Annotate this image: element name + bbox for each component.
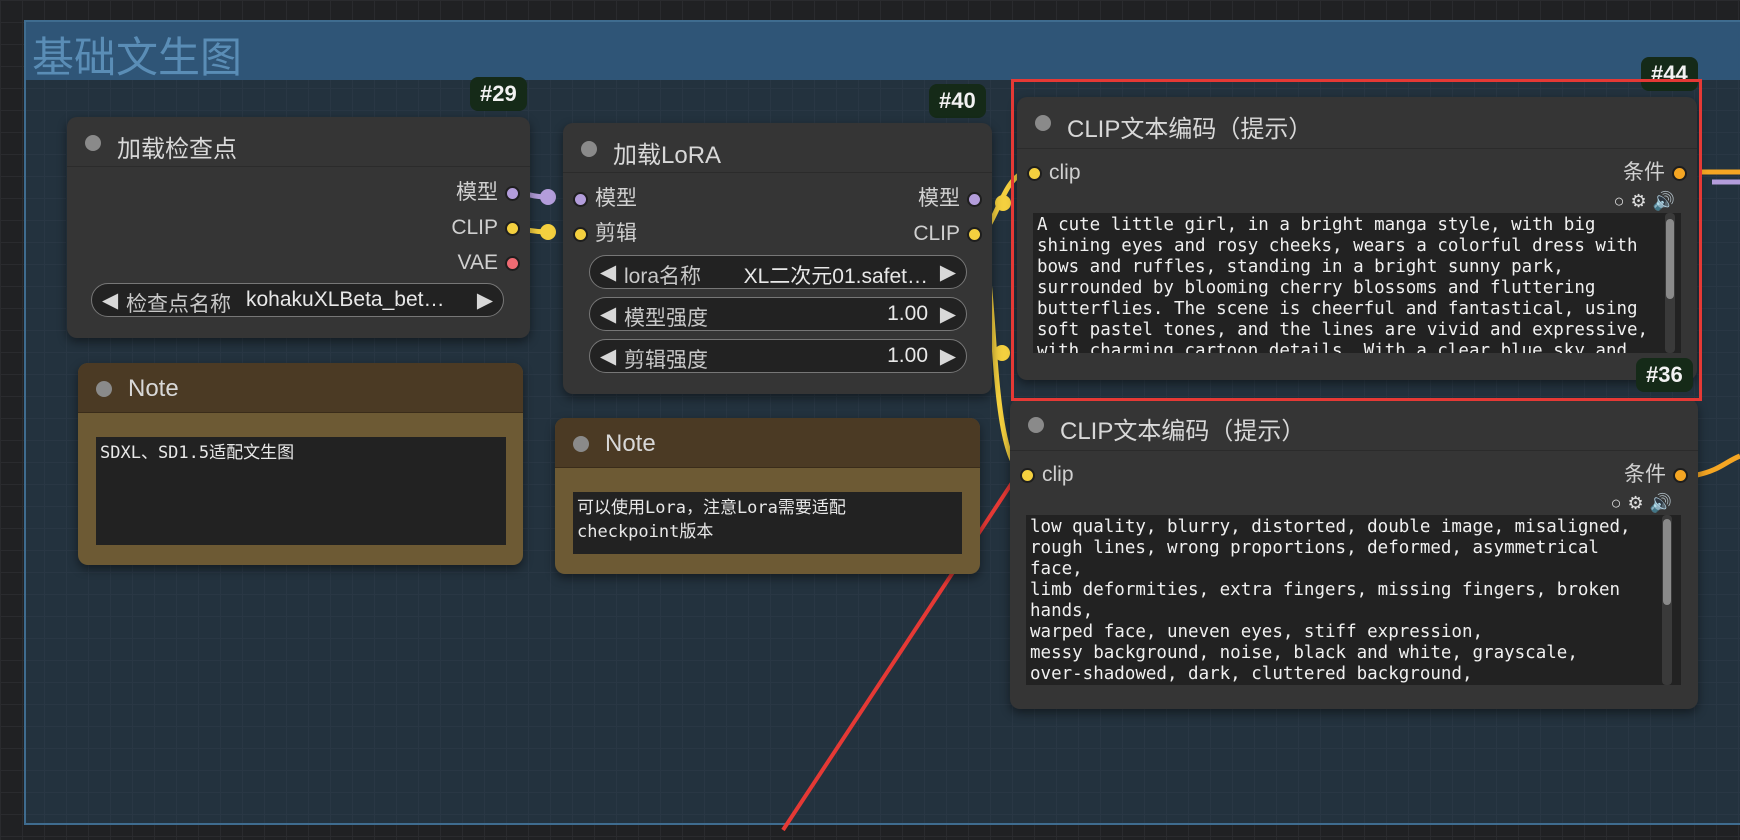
slot-label: 剪辑 <box>595 222 637 245</box>
load-lora-node[interactable]: 加载LoRA 模型 剪辑 模型 CLIP ◀ lora名称 XL二次元01.sa… <box>563 123 992 394</box>
note-textarea[interactable]: 可以使用Lora，注意Lora需要适配 checkpoint版本 <box>573 492 962 554</box>
input-clip[interactable]: 剪辑 <box>563 220 763 248</box>
slot-dot[interactable] <box>1673 468 1688 483</box>
gear-icon[interactable]: ⚙ <box>1627 493 1643 513</box>
increment-arrow-icon[interactable]: ▶ <box>940 260 956 285</box>
increment-arrow-icon[interactable]: ▶ <box>940 344 956 369</box>
increment-arrow-icon[interactable]: ▶ <box>477 288 493 313</box>
node-id-badge: #40 <box>929 84 986 118</box>
slot-dot[interactable] <box>573 227 588 242</box>
widget-name: 模型强度 <box>624 307 708 330</box>
slot-label: VAE <box>457 251 498 274</box>
clip-text-encode-negative-node[interactable]: CLIP文本编码（提示） clip 条件 ○ ⚙ 🔊 low quality, bl… <box>1010 399 1698 709</box>
widget-name: lora名称 <box>624 265 702 288</box>
slot-label: CLIP <box>913 222 960 245</box>
increment-arrow-icon[interactable]: ▶ <box>940 302 956 327</box>
node-header[interactable]: 加载检查点 <box>67 117 530 167</box>
circle-icon[interactable]: ○ <box>1611 493 1622 513</box>
collapse-dot[interactable] <box>581 141 597 157</box>
slot-label: clip <box>1042 463 1074 486</box>
group-title: 基础文生图 <box>32 34 243 81</box>
output-clip[interactable]: CLIP <box>330 214 530 242</box>
slot-label: 条件 <box>1624 463 1666 486</box>
textarea-scrollbar[interactable] <box>1662 515 1672 685</box>
collapse-dot[interactable] <box>85 135 101 151</box>
decrement-arrow-icon[interactable]: ◀ <box>102 288 118 313</box>
prompt-textarea[interactable]: low quality, blurry, distorted, double i… <box>1026 515 1681 685</box>
slot-dot[interactable] <box>505 256 520 271</box>
node-title: Note <box>128 375 179 402</box>
slot-dot[interactable] <box>505 186 520 201</box>
widget-name: 检查点名称 <box>126 293 231 316</box>
node-title: Note <box>605 430 656 457</box>
checkpoint-name-combo[interactable]: ◀ 检查点名称 kohakuXLBeta_bet… ▶ <box>91 283 504 317</box>
note-node[interactable]: Note 可以使用Lora，注意Lora需要适配 checkpoint版本 <box>555 418 980 574</box>
clip-strength-number[interactable]: ◀ 剪辑强度 1.00 ▶ <box>589 339 967 373</box>
node-header[interactable]: Note <box>78 363 523 413</box>
textarea-toolbar: ○ ⚙ 🔊 <box>1605 493 1672 514</box>
slot-dot[interactable] <box>967 192 982 207</box>
collapse-dot[interactable] <box>1028 417 1044 433</box>
slot-dot[interactable] <box>573 192 588 207</box>
slot-dot[interactable] <box>505 221 520 236</box>
node-title: 加载LoRA <box>613 142 722 169</box>
widget-name: 剪辑强度 <box>624 349 708 372</box>
node-header[interactable]: 加载LoRA <box>563 123 992 173</box>
annotation-highlight-box <box>1011 79 1702 401</box>
input-clip[interactable]: clip <box>1010 461 1130 489</box>
slot-label: 模型 <box>918 187 960 210</box>
note-node[interactable]: Note SDXL、SD1.5适配文生图 <box>78 363 523 565</box>
group-header[interactable]: 基础文生图 <box>26 22 1740 81</box>
output-conditioning[interactable]: 条件 <box>1578 461 1698 489</box>
node-header[interactable]: Note <box>555 418 980 468</box>
lora-name-combo[interactable]: ◀ lora名称 XL二次元01.safet… ▶ <box>589 255 967 289</box>
decrement-arrow-icon[interactable]: ◀ <box>600 302 616 327</box>
decrement-arrow-icon[interactable]: ◀ <box>600 344 616 369</box>
slot-dot[interactable] <box>967 227 982 242</box>
widget-value: 1.00 <box>887 302 928 325</box>
decrement-arrow-icon[interactable]: ◀ <box>600 260 616 285</box>
input-model[interactable]: 模型 <box>563 185 763 213</box>
collapse-dot[interactable] <box>96 381 112 397</box>
slot-label: CLIP <box>451 216 498 239</box>
note-textarea[interactable]: SDXL、SD1.5适配文生图 <box>96 437 506 545</box>
output-clip[interactable]: CLIP <box>792 220 992 248</box>
slot-dot[interactable] <box>1020 468 1035 483</box>
node-header[interactable]: CLIP文本编码（提示） <box>1010 399 1698 451</box>
node-title: CLIP文本编码（提示） <box>1060 418 1306 445</box>
speaker-icon[interactable]: 🔊 <box>1650 493 1672 513</box>
output-model[interactable]: 模型 <box>330 179 530 207</box>
output-vae[interactable]: VAE <box>330 249 530 277</box>
widget-value: XL二次元01.safet… <box>743 265 928 288</box>
node-id-badge: #29 <box>470 77 527 111</box>
slot-label: 模型 <box>595 187 637 210</box>
widget-value: kohakuXLBeta_bet… <box>246 288 445 311</box>
scrollbar-thumb[interactable] <box>1663 519 1671 605</box>
node-title: 加载检查点 <box>117 136 237 163</box>
output-model[interactable]: 模型 <box>792 185 992 213</box>
model-strength-number[interactable]: ◀ 模型强度 1.00 ▶ <box>589 297 967 331</box>
collapse-dot[interactable] <box>573 436 589 452</box>
load-checkpoint-node[interactable]: 加载检查点 模型 CLIP VAE ◀ 检查点名称 kohakuXLBeta_b… <box>67 117 530 338</box>
widget-value: 1.00 <box>887 344 928 367</box>
slot-label: 模型 <box>456 181 498 204</box>
